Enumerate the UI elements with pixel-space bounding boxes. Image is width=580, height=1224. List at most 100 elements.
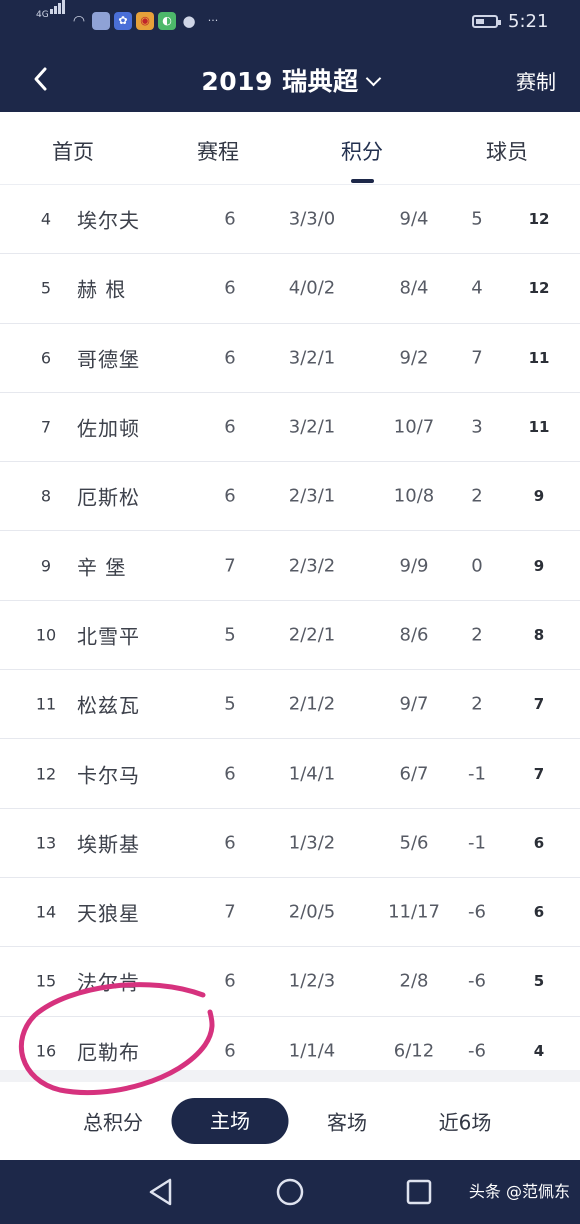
chat-icon: ● (182, 12, 196, 30)
filter-away[interactable]: 客场 (327, 1107, 367, 1136)
points-cell: 7 (533, 695, 545, 714)
table-row[interactable]: 4 埃尔夫 6 3/3/0 9/4 5 12 (0, 185, 580, 255)
table-row[interactable]: 7 佐加顿 6 3/2/1 10/7 3 11 (0, 393, 580, 463)
win-draw-loss-cell: 2/0/5 (288, 901, 336, 923)
table-row[interactable]: 11 松兹瓦 5 2/1/2 9/7 2 7 (0, 670, 580, 740)
team-name: 佐加顿 (77, 416, 140, 441)
win-draw-loss-cell: 3/3/0 (288, 208, 336, 230)
system-nav-bar: 头条 @范佩东 (0, 1160, 580, 1224)
team-name: 松兹瓦 (77, 693, 140, 718)
clock: 5:21 (508, 11, 549, 32)
win-draw-loss-cell: 1/3/2 (288, 832, 336, 854)
played-cell: 6 (224, 208, 236, 230)
played-cell: 6 (224, 763, 236, 785)
goals-cell: 10/7 (393, 416, 435, 438)
win-draw-loss-cell: 1/2/3 (288, 970, 336, 992)
rank-cell: 10 (35, 625, 57, 645)
goals-cell: 9/9 (399, 555, 429, 577)
app-header: 2019 瑞典超 赛制 (0, 44, 580, 112)
filter-last6[interactable]: 近6场 (439, 1107, 492, 1136)
table-row[interactable]: 5 赫 根 6 4/0/2 8/4 4 12 (0, 254, 580, 324)
points-cell: 8 (533, 625, 545, 644)
rank-cell: 6 (40, 348, 52, 368)
filter-home[interactable]: 主场 (171, 1098, 289, 1144)
table-row[interactable]: 13 埃斯基 6 1/3/2 5/6 -1 6 (0, 809, 580, 878)
goal-difference-cell: 7 (471, 347, 483, 369)
tab-players[interactable]: 球员 (486, 136, 528, 166)
table-row[interactable]: 6 哥德堡 6 3/2/1 9/2 7 11 (0, 324, 580, 393)
tab-schedule[interactable]: 赛程 (197, 136, 239, 166)
baidu-icon: ✿ (114, 12, 132, 30)
app-icon (92, 12, 110, 30)
played-cell: 5 (224, 624, 236, 646)
standings-table: 4 埃尔夫 6 3/3/0 9/4 5 12 5 赫 根 6 4/0/2 8/4 4 12 6 哥德堡 6 3/2… (0, 185, 580, 1086)
back-icon (149, 1178, 172, 1206)
win-draw-loss-cell: 2/1/2 (288, 693, 336, 715)
rank-cell: 12 (35, 764, 57, 784)
nav-back-button[interactable] (143, 1174, 179, 1210)
goals-cell: 10/8 (393, 485, 435, 507)
team-name: 天狼星 (77, 901, 140, 926)
points-cell: 7 (533, 764, 545, 783)
goals-cell: 6/12 (393, 1040, 435, 1062)
home-icon (276, 1178, 304, 1206)
win-draw-loss-cell: 2/3/2 (288, 555, 336, 577)
goal-difference-cell: -1 (468, 763, 486, 785)
win-draw-loss-cell: 1/4/1 (288, 763, 336, 785)
played-cell: 6 (224, 1040, 236, 1062)
win-draw-loss-cell: 3/2/1 (288, 347, 336, 369)
status-bar: 4G ◠ ✿ ◉ ◐ ● ··· 5:21 (0, 0, 580, 44)
rank-cell: 13 (35, 833, 57, 853)
standings-filter-bar: 总积分 主场 客场 近6场 (0, 1082, 580, 1160)
rank-cell: 8 (40, 486, 52, 506)
goals-cell: 8/6 (399, 624, 429, 646)
table-row[interactable]: 12 卡尔马 6 1/4/1 6/7 -1 7 (0, 739, 580, 809)
tab-home[interactable]: 首页 (52, 136, 94, 166)
goal-difference-cell: 4 (471, 277, 483, 299)
team-name: 哥德堡 (77, 347, 140, 372)
played-cell: 6 (224, 970, 236, 992)
network-type: 4G (36, 10, 49, 20)
goal-difference-cell: -6 (468, 901, 486, 923)
rules-button[interactable]: 赛制 (516, 66, 556, 95)
played-cell: 7 (224, 555, 236, 577)
tab-standings[interactable]: 积分 (341, 136, 383, 166)
goal-difference-cell: -6 (468, 1040, 486, 1062)
goal-difference-cell: -6 (468, 970, 486, 992)
nav-home-button[interactable] (272, 1174, 308, 1210)
win-draw-loss-cell: 4/0/2 (288, 277, 336, 299)
notification-icons: ◠ ✿ ◉ ◐ ● ··· (70, 12, 224, 30)
team-name: 厄勒布 (77, 1040, 140, 1065)
goals-cell: 11/17 (388, 901, 440, 923)
nav-recents-button[interactable] (401, 1174, 437, 1210)
win-draw-loss-cell: 3/2/1 (288, 416, 336, 438)
team-name: 厄斯松 (77, 485, 140, 510)
team-name: 埃斯基 (77, 832, 140, 857)
goal-difference-cell: 2 (471, 693, 483, 715)
table-row[interactable]: 8 厄斯松 6 2/3/1 10/8 2 9 (0, 462, 580, 532)
goal-difference-cell: 0 (471, 555, 483, 577)
table-row[interactable]: 14 天狼星 7 2/0/5 11/17 -6 6 (0, 878, 580, 948)
rank-cell: 15 (35, 971, 57, 991)
rank-cell: 5 (40, 278, 52, 298)
points-cell: 11 (528, 348, 550, 367)
table-row[interactable]: 15 法尔肯 6 1/2/3 2/8 -6 5 (0, 947, 580, 1017)
goal-difference-cell: 3 (471, 416, 483, 438)
filter-total[interactable]: 总积分 (83, 1107, 143, 1136)
win-draw-loss-cell: 1/1/4 (288, 1040, 336, 1062)
table-row[interactable]: 9 辛 堡 7 2/3/2 9/9 0 9 (0, 531, 580, 601)
battery-level (476, 19, 485, 24)
wifi-icon: ◠ (72, 13, 86, 29)
page-title: 2019 瑞典超 (201, 67, 359, 96)
battery-icon (472, 15, 501, 28)
rank-cell: 7 (40, 417, 52, 437)
goal-difference-cell: -1 (468, 832, 486, 854)
active-tab-indicator (351, 179, 374, 183)
goals-cell: 9/7 (399, 693, 429, 715)
watermark: 头条 @范佩东 (468, 1182, 570, 1201)
points-cell: 5 (533, 972, 545, 991)
league-selector[interactable]: 2019 瑞典超 (0, 62, 580, 98)
browser-icon: ◐ (158, 12, 176, 30)
goals-cell: 8/4 (399, 277, 429, 299)
table-row[interactable]: 10 北雪平 5 2/2/1 8/6 2 8 (0, 601, 580, 671)
